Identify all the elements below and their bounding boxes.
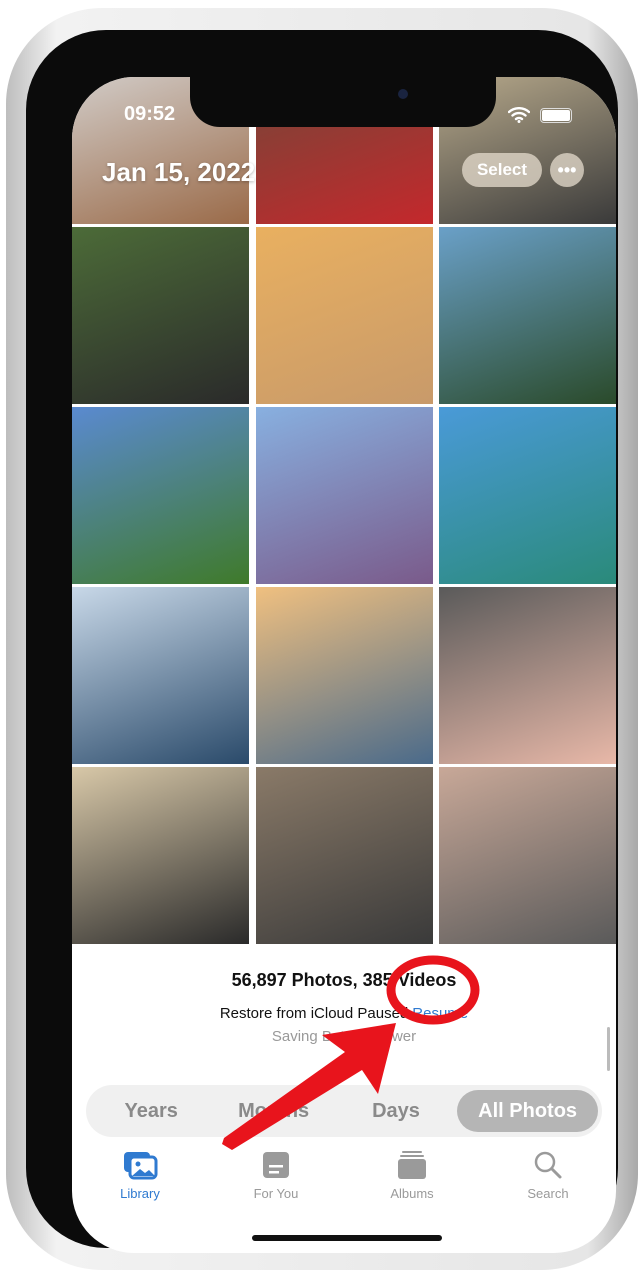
status-time: 09:52 [124,103,176,125]
phone-bezel: 09:52 Jan 15, 2022 Select ••• 56,897 Pho… [26,30,618,1253]
photo-thumbnail[interactable] [255,407,433,584]
tabbar-search-label: Search [527,1186,569,1201]
photo-library-icon [124,1152,158,1180]
tabbar-albums-label: Albums [390,1186,434,1201]
restore-status-text: Restore from iCloud Paused [219,1005,409,1022]
photo-thumbnail[interactable] [255,767,433,944]
for-you-icon [263,1152,289,1178]
search-icon [534,1151,562,1179]
phone-frame: 09:52 Jan 15, 2022 Select ••• 56,897 Pho… [6,8,638,1270]
photo-thumbnail[interactable] [72,587,249,764]
albums-icon [398,1151,426,1179]
tab-years[interactable]: Years [90,1090,212,1132]
photo-thumbnail[interactable] [255,227,433,404]
tabbar-for-you-label: For You [253,1186,299,1201]
wifi-icon [508,107,530,123]
photo-count: 56,897 Photos, 385 Videos [231,970,457,990]
tab-days[interactable]: Days [335,1090,457,1132]
status-icons [508,107,572,123]
notch [190,77,496,127]
tabbar-albums[interactable]: Albums [344,1150,480,1201]
photo-thumbnail[interactable] [439,407,616,584]
pause-reason: Saving Battery Power [271,1028,417,1045]
home-indicator [252,1235,442,1241]
select-button[interactable]: Select [462,153,542,187]
tabbar-library[interactable]: Library [72,1150,208,1201]
photo-thumbnail[interactable] [439,587,616,764]
screen: 09:52 Jan 15, 2022 Select ••• 56,897 Pho… [72,77,616,1253]
camera [398,89,408,99]
tabbar-library-label: Library [120,1186,160,1201]
photo-thumbnail[interactable] [72,227,249,404]
tab-all-photos[interactable]: All Photos [457,1090,598,1132]
photo-thumbnail[interactable] [439,767,616,944]
resume-link[interactable]: Resume [412,1005,468,1022]
scrollbar[interactable] [607,1027,610,1071]
photo-thumbnail[interactable] [72,767,249,944]
view-segmented-control: Years Months Days All Photos [86,1085,602,1137]
date-header: Jan 15, 2022 [102,157,256,187]
tab-months[interactable]: Months [212,1090,334,1132]
photo-thumbnail[interactable] [72,407,249,584]
tabbar-search[interactable]: Search [480,1150,616,1201]
battery-icon [540,107,572,123]
photo-thumbnail[interactable] [255,587,433,764]
library-summary: 56,897 Photos, 385 Videos Restore from i… [72,950,616,1045]
photo-thumbnail[interactable] [439,227,616,404]
more-button[interactable]: ••• [550,153,584,187]
tab-bar: Library For You Albums Search [72,1150,616,1201]
tabbar-for-you[interactable]: For You [208,1150,344,1201]
restore-status: Restore from iCloud Paused Resume [72,1005,616,1022]
